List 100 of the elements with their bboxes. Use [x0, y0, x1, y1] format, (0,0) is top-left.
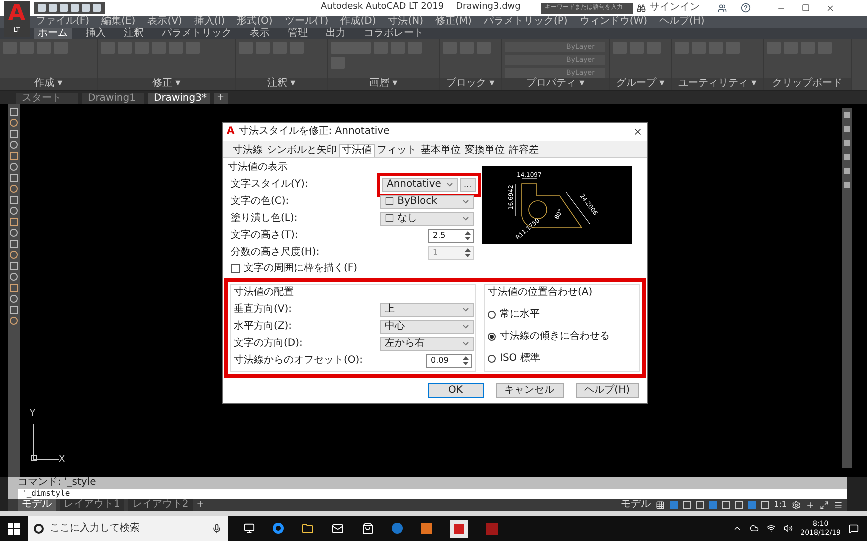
folder-icon[interactable]: [302, 522, 314, 534]
sign-in-link[interactable]: サインイン: [650, 2, 700, 14]
panel-label[interactable]: 作成 ▾: [0, 78, 97, 90]
windows-logo-icon[interactable]: [8, 522, 20, 534]
autocad-app-icon[interactable]: [450, 520, 468, 538]
menu-item[interactable]: 編集(E): [102, 16, 136, 28]
new-layout-button[interactable]: +: [196, 500, 204, 510]
menu-item[interactable]: ファイル(F): [36, 16, 90, 28]
menu-item[interactable]: 修正(M): [436, 16, 472, 28]
panel-label[interactable]: グループ ▾: [610, 78, 671, 90]
plus-icon[interactable]: [806, 500, 815, 510]
dialog-tab[interactable]: シンボルと矢印: [265, 144, 339, 157]
file-tab[interactable]: スタート: [16, 93, 78, 104]
command-input-field[interactable]: '_dimstyle: [18, 489, 847, 499]
dropdown[interactable]: 中心: [380, 320, 474, 334]
ribbon-tab[interactable]: 管理: [284, 28, 312, 40]
dropdown[interactable]: Annotative: [382, 178, 458, 192]
layout-tab[interactable]: レイアウト2: [128, 499, 193, 511]
ribbon-tab[interactable]: 注釈: [120, 28, 148, 40]
field-label: 寸法線からのオフセット(O):: [234, 354, 364, 366]
radio-button[interactable]: [488, 311, 496, 319]
menu-item[interactable]: ヘルプ(H): [660, 16, 705, 28]
app-logo-icon: A: [227, 127, 235, 137]
chevron-down-icon: [463, 216, 469, 220]
close-icon[interactable]: [826, 4, 835, 12]
menu-item[interactable]: パラメトリック(P): [484, 16, 568, 28]
panel-label[interactable]: ブロック ▾: [440, 78, 501, 90]
dialog-tab[interactable]: 許容差: [507, 144, 541, 157]
ribbon-tab[interactable]: 表示: [246, 28, 274, 40]
chevron-up-icon[interactable]: [732, 524, 742, 533]
panel-label[interactable]: ユーティリティ ▾: [672, 78, 763, 90]
fullscreen-icon[interactable]: [820, 500, 829, 510]
layout-tab[interactable]: レイアウト1: [60, 499, 124, 511]
panel-label[interactable]: 注釈 ▾: [236, 78, 327, 90]
app-icon[interactable]: [392, 523, 403, 534]
dropdown[interactable]: 上: [380, 302, 474, 316]
notification-icon[interactable]: [849, 524, 859, 534]
file-tab[interactable]: Drawing3*: [148, 93, 210, 104]
new-tab-button[interactable]: +: [214, 93, 228, 104]
ribbon-tab[interactable]: ホーム: [34, 28, 72, 40]
menu-icon[interactable]: [834, 500, 843, 510]
panel-label[interactable]: プロパティ ▾: [502, 78, 609, 90]
settings-icon[interactable]: [792, 500, 801, 510]
dialog-button[interactable]: ヘルプ(H): [576, 383, 639, 398]
people-icon[interactable]: [718, 4, 727, 12]
microphone-icon[interactable]: [212, 524, 222, 534]
dropdown[interactable]: □ ByBlock: [380, 194, 474, 208]
field-label: 文字の方向(D):: [234, 338, 304, 350]
radio-label: ISO 標準: [500, 353, 540, 365]
ribbon-tab[interactable]: パラメトリック: [158, 28, 236, 40]
field-label: 垂直方向(V):: [234, 304, 294, 316]
panel-label[interactable]: 画層 ▾: [328, 78, 439, 90]
network-icon[interactable]: [766, 524, 776, 533]
grid-icon[interactable]: [656, 500, 666, 510]
menu-item[interactable]: 作成(D): [340, 16, 376, 28]
panel-label[interactable]: クリップボード: [764, 78, 851, 90]
dialog-button[interactable]: キャンセル: [496, 383, 564, 398]
help-icon[interactable]: [740, 3, 751, 13]
ribbon-tab[interactable]: コラボレート: [360, 28, 428, 40]
ribbon-tab[interactable]: 挿入: [82, 28, 110, 40]
ribbon-tab[interactable]: 出力: [322, 28, 350, 40]
menu-item[interactable]: 寸法(N): [388, 16, 424, 28]
annotation-scale-label[interactable]: 1:1: [774, 499, 787, 511]
mail-icon[interactable]: [332, 522, 344, 534]
spinner-arrows-icon[interactable]: [463, 356, 469, 366]
binoculars-icon[interactable]: [636, 4, 646, 12]
model-space-label[interactable]: モデル: [621, 499, 652, 511]
store-icon[interactable]: [362, 522, 374, 534]
volume-icon[interactable]: [784, 524, 793, 533]
app-icon[interactable]: [486, 522, 498, 534]
dialog-tab[interactable]: 変換単位: [463, 144, 507, 157]
maximize-icon[interactable]: [802, 4, 810, 12]
dialog-tab[interactable]: 基本単位: [419, 144, 463, 157]
dialog-tab[interactable]: フィット: [375, 144, 419, 157]
dialog-button[interactable]: OK: [428, 383, 484, 398]
panel-label[interactable]: 修正 ▾: [98, 78, 235, 90]
radio-button[interactable]: [488, 333, 496, 341]
layout-tab[interactable]: モデル: [18, 499, 56, 511]
checkbox[interactable]: [231, 264, 240, 273]
dialog-tab[interactable]: 寸法値: [339, 144, 375, 157]
close-icon[interactable]: [633, 127, 643, 137]
spin-field[interactable]: 0.09: [426, 354, 472, 368]
spin-field[interactable]: 2.5: [428, 228, 474, 242]
task-view-icon[interactable]: [244, 523, 255, 534]
drawing-canvas[interactable]: [0, 104, 867, 477]
browse-button[interactable]: ...: [460, 178, 476, 192]
dropdown[interactable]: 左から右: [380, 336, 474, 350]
spinner-arrows-icon[interactable]: [465, 230, 471, 240]
dropdown[interactable]: □ なし: [380, 212, 474, 226]
menu-item[interactable]: 形式(O): [237, 16, 273, 28]
menu-item[interactable]: ツール(T): [284, 16, 329, 28]
taskbar-search-field[interactable]: ここに入力して検索: [28, 516, 228, 541]
file-tab[interactable]: Drawing1: [82, 93, 144, 104]
menu-item[interactable]: 表示(V): [148, 16, 182, 28]
menu-item[interactable]: ウィンドウ(W): [580, 16, 648, 28]
dialog-tab[interactable]: 寸法線: [231, 144, 265, 157]
browser-icon[interactable]: [273, 523, 284, 534]
radio-button[interactable]: [488, 355, 496, 363]
menu-item[interactable]: 挿入(I): [194, 16, 226, 28]
cloud-icon[interactable]: [750, 524, 759, 533]
